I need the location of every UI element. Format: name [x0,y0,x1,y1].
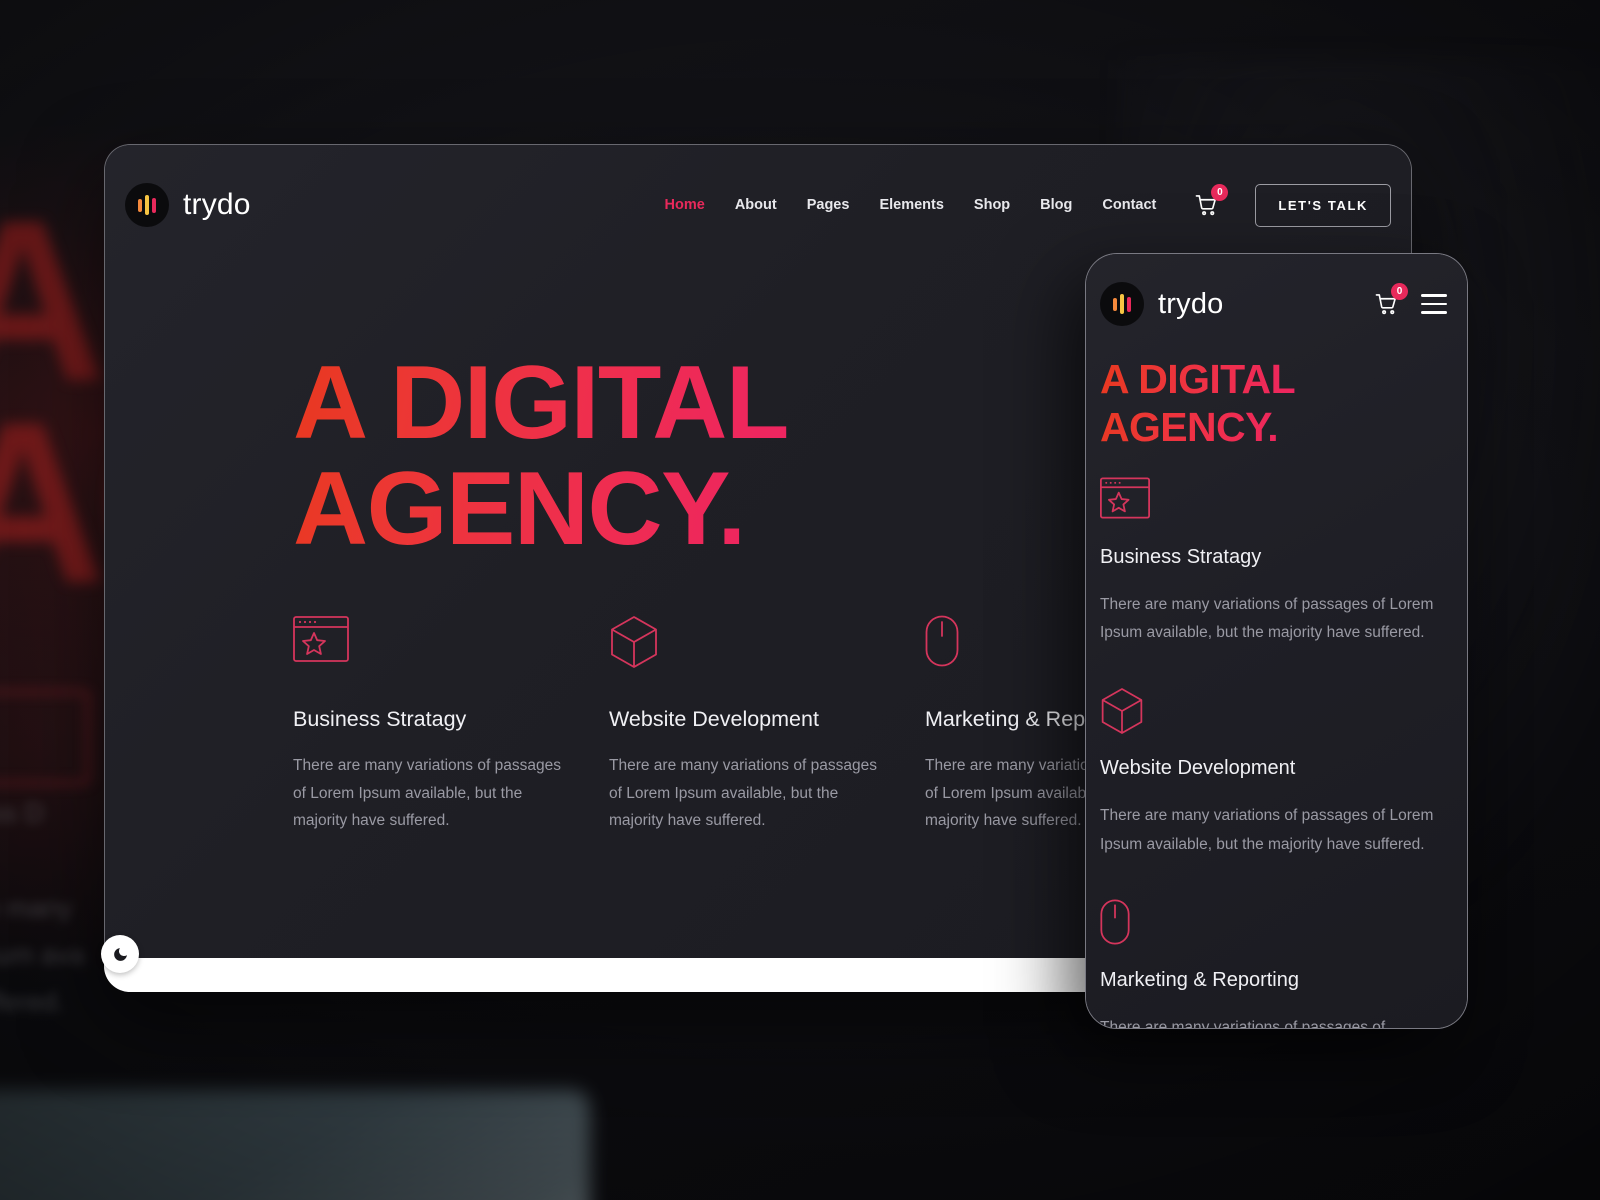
bottom-white-bar [104,958,1104,992]
service-description: There are many variations of passages of… [1100,596,1434,642]
service-card-website-development[interactable]: Website Development There are many varia… [1100,687,1451,858]
service-description: There are many variations of passages of… [1100,807,1434,853]
cart-count-badge: 0 [1391,283,1408,300]
service-description: There are many variations of passages of [1100,1018,1386,1029]
service-title: Website Development [1100,757,1296,780]
service-card-business-stratagy[interactable]: Business Stratagy There are many variati… [293,615,609,835]
cart-count-badge: 0 [1211,184,1229,201]
nav-item-pages[interactable]: Pages [792,197,865,213]
trydo-bars-logo-icon [125,183,169,227]
lets-talk-button[interactable]: LET'S TALK [1255,183,1391,227]
service-card-business-stratagy[interactable]: Business Stratagy There are many variati… [1100,476,1451,647]
screenshot-stage: A AG ness D are many Ipsum ava suffered.… [0,0,1600,1200]
mobile-services-list: Business Stratagy There are many variati… [1100,476,1451,1029]
brand-name: trydo [1158,287,1224,320]
cube-box-icon [609,615,885,671]
mobile-header-actions: 0 [1373,283,1447,317]
nav-item-blog[interactable]: Blog [1025,197,1087,213]
cart-button[interactable]: 0 [1193,184,1229,218]
browser-star-icon [1100,476,1451,524]
cube-box-icon [1100,687,1451,735]
background-ghost-icon [0,690,90,785]
nav-item-home[interactable]: Home [650,197,720,213]
moon-icon [113,947,127,961]
service-title: Business Stratagy [293,707,467,731]
service-card-website-development[interactable]: Website Development There are many varia… [609,615,925,835]
mobile-preview-panel: trydo 0 A DIGITAL AGENCY. Business Strat… [1085,253,1468,1029]
desktop-hero-title: A DIGITAL AGENCY. [293,345,789,568]
desktop-header: trydo Home About Pages Elements Shop Blo… [105,175,1411,235]
nav-item-elements[interactable]: Elements [864,197,958,213]
service-card-marketing-reporting[interactable]: Marketing & Reporting There are many var… [1100,899,1451,1029]
trydo-bars-logo-icon [1100,282,1144,326]
service-title: Business Stratagy [1100,546,1262,568]
computer-mouse-icon [1100,899,1451,947]
nav-item-shop[interactable]: Shop [959,197,1025,213]
brand-logo[interactable]: trydo [125,183,251,227]
service-title: Website Development [609,707,819,731]
mobile-hero-title: A DIGITAL AGENCY. [1100,356,1296,450]
dark-mode-toggle-button[interactable] [101,935,139,973]
hamburger-menu-icon[interactable] [1421,294,1447,314]
desktop-main-nav: Home About Pages Elements Shop Blog Cont… [650,183,1391,227]
mobile-cart-button[interactable]: 0 [1373,283,1408,317]
mobile-header: trydo 0 [1100,278,1447,330]
service-description: There are many variations of passages of… [293,757,561,830]
nav-item-contact[interactable]: Contact [1087,197,1171,213]
service-title: Marketing & Reporting [1100,968,1299,991]
service-description: There are many variations of passages of… [609,757,877,830]
mobile-page-surface: trydo 0 A DIGITAL AGENCY. Business Strat… [1086,254,1467,1028]
nav-item-about[interactable]: About [720,197,792,213]
brand-name: trydo [183,188,251,221]
background-ghost-photo [0,1090,590,1200]
browser-star-icon [293,615,569,671]
